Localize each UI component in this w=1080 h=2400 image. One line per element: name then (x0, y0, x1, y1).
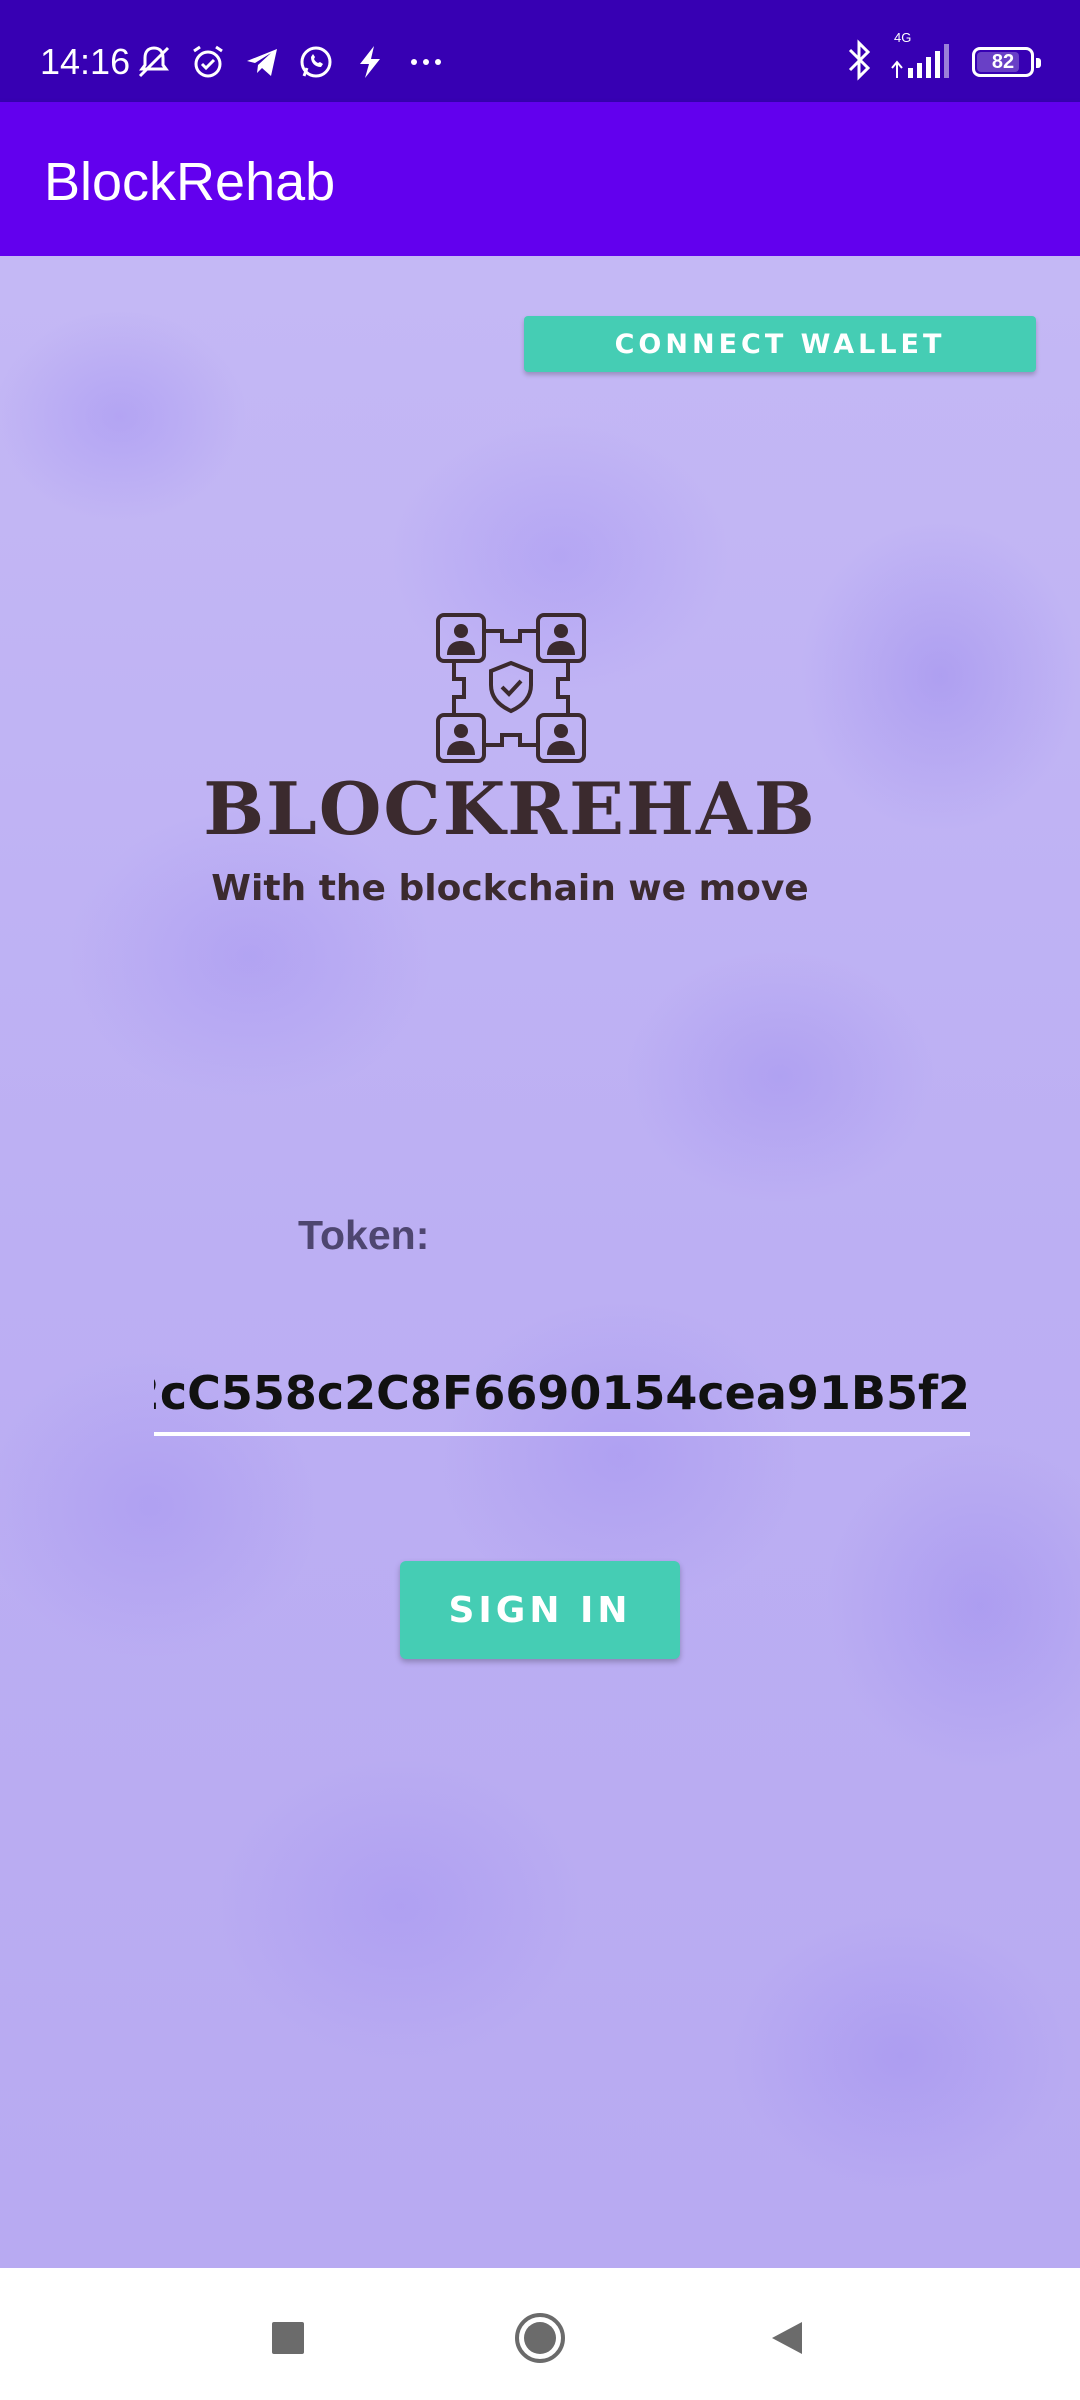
recents-icon[interactable] (258, 2308, 318, 2368)
whatsapp-icon (296, 42, 336, 82)
battery-tip (1036, 58, 1041, 68)
status-bar: 14:16 4G 82 (0, 0, 1080, 102)
telegram-icon (242, 42, 282, 82)
connect-wallet-button[interactable]: CONNECT WALLET (524, 316, 1036, 372)
navigation-bar (0, 2268, 1080, 2400)
more-icon (404, 42, 448, 82)
battery-percent: 82 (991, 50, 1015, 73)
tagline: With the blockchain we move (211, 868, 809, 909)
battery-icon: 82 (972, 47, 1041, 77)
status-icons-left (134, 40, 448, 84)
blockchain-logo-icon (436, 613, 586, 763)
main-content: CONNECT WALLET BLOCKREHAB With the block… (0, 256, 1080, 2268)
signal-icon: 4G (888, 30, 958, 87)
token-input-value[interactable]: 0x2cC558c2C8F6690154cea91B5f2 (154, 1366, 970, 1420)
sign-in-button[interactable]: SIGN IN (400, 1561, 680, 1659)
alarm-icon (188, 42, 228, 82)
app-bar: BlockRehab (0, 102, 1080, 256)
home-icon[interactable] (510, 2308, 570, 2368)
network-type: 4G (894, 29, 912, 45)
bluetooth-icon (844, 38, 874, 87)
token-input[interactable]: 0x2cC558c2C8F6690154cea91B5f2 (154, 1364, 970, 1436)
back-icon[interactable] (758, 2308, 818, 2368)
flash-icon (350, 42, 390, 82)
status-time: 14:16 (40, 41, 131, 82)
brand-name: BLOCKREHAB (203, 766, 817, 851)
app-title: BlockRehab (44, 152, 336, 212)
status-icons-right: 4G 82 (844, 30, 1041, 87)
token-label: Token: (298, 1212, 430, 1258)
silent-icon (134, 42, 174, 82)
